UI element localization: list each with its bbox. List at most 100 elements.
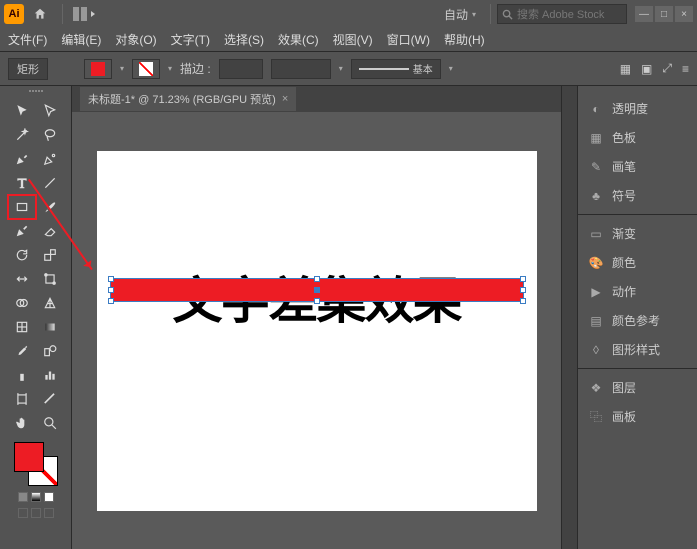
transform-icon[interactable]: ⤢	[662, 61, 672, 76]
chevron-down-icon[interactable]: ▾	[339, 64, 343, 73]
close-icon[interactable]: ×	[282, 93, 288, 105]
selection-center[interactable]	[314, 287, 320, 293]
selection-handle[interactable]	[520, 287, 526, 293]
graphicstyles-icon: ◊	[588, 342, 604, 358]
chevron-down-icon[interactable]: ▾	[168, 64, 172, 73]
magic-wand-tool[interactable]	[9, 124, 35, 146]
panel-symbols[interactable]: ♣符号	[578, 181, 697, 210]
search-input[interactable]: 搜索 Adobe Stock	[497, 4, 627, 24]
panel-label: 颜色	[612, 254, 636, 271]
color-icon: 🎨	[588, 255, 604, 271]
stroke-profile-select[interactable]	[271, 59, 331, 79]
line-tool[interactable]	[37, 172, 63, 194]
shape-mode-icon[interactable]: ▣	[641, 62, 652, 76]
draw-behind[interactable]	[31, 508, 41, 518]
draw-inside[interactable]	[44, 508, 54, 518]
shape-builder-tool[interactable]	[9, 292, 35, 314]
blend-tool[interactable]	[37, 340, 63, 362]
stroke-weight-input[interactable]	[219, 59, 263, 79]
fill-stroke-indicator[interactable]	[14, 442, 58, 486]
canvas[interactable]: 文字差集效果	[72, 112, 561, 549]
separator	[490, 4, 491, 24]
panel-gradient[interactable]: ▭渐变	[578, 219, 697, 248]
column-graph-tool[interactable]	[37, 364, 63, 386]
artboard[interactable]: 文字差集效果	[97, 151, 537, 511]
selection-handle[interactable]	[314, 298, 320, 304]
search-icon	[502, 9, 513, 20]
width-tool[interactable]	[9, 268, 35, 290]
selection-handle[interactable]	[314, 276, 320, 282]
eyedropper-tool[interactable]	[9, 340, 35, 362]
selection-handle[interactable]	[108, 276, 114, 282]
menu-type[interactable]: 文字(T)	[171, 31, 210, 48]
maximize-button[interactable]: □	[655, 6, 673, 22]
shape-label: 矩形	[8, 58, 48, 80]
color-mode-gradient[interactable]	[31, 492, 41, 502]
perspective-tool[interactable]	[37, 292, 63, 314]
menu-file[interactable]: 文件(F)	[8, 31, 47, 48]
menu-help[interactable]: 帮助(H)	[444, 31, 485, 48]
panel-dock-strip[interactable]	[561, 86, 577, 549]
shaper-tool[interactable]	[9, 220, 35, 242]
menu-view[interactable]: 视图(V)	[333, 31, 373, 48]
workspace-switcher[interactable]: 自动 ▾	[444, 6, 476, 23]
lasso-tool[interactable]	[37, 124, 63, 146]
close-button[interactable]: ×	[675, 6, 693, 22]
panel-colorguide[interactable]: ▤颜色参考	[578, 306, 697, 335]
panel-transparency[interactable]: ◐透明度	[578, 94, 697, 123]
gradient-tool[interactable]	[37, 316, 63, 338]
brush-def-select[interactable]: 基本	[351, 59, 441, 79]
color-mode-none[interactable]	[44, 492, 54, 502]
menu-edit[interactable]: 编辑(E)	[61, 31, 101, 48]
rectangle-tool[interactable]	[9, 196, 35, 218]
scale-tool[interactable]	[37, 244, 63, 266]
panel-color[interactable]: 🎨 颜色	[578, 248, 697, 277]
selection-handle[interactable]	[108, 287, 114, 293]
tab-title: 未标题-1* @ 71.23% (RGB/GPU 预览)	[88, 91, 276, 107]
direct-selection-tool[interactable]	[37, 100, 63, 122]
artboard-tool[interactable]	[9, 388, 35, 410]
selection-handle[interactable]	[520, 276, 526, 282]
panel-graphicstyles[interactable]: ◊ 图形样式	[578, 335, 697, 364]
panel-artboards[interactable]: ⿻画板	[578, 402, 697, 431]
pen-tool[interactable]	[9, 148, 35, 170]
zoom-tool[interactable]	[37, 412, 63, 434]
stroke-swatch[interactable]	[132, 59, 160, 79]
arrange-docs-icon[interactable]	[69, 7, 99, 21]
panel-label: 图形样式	[612, 341, 660, 358]
home-icon[interactable]	[30, 4, 50, 24]
minimize-button[interactable]: —	[635, 6, 653, 22]
color-mode-solid[interactable]	[18, 492, 28, 502]
draw-normal[interactable]	[18, 508, 28, 518]
chevron-down-icon[interactable]: ▾	[449, 64, 453, 73]
selection-tool[interactable]	[9, 100, 35, 122]
menu-window[interactable]: 窗口(W)	[387, 31, 430, 48]
document-tab[interactable]: 未标题-1* @ 71.23% (RGB/GPU 预览) ×	[80, 87, 296, 111]
free-transform-tool[interactable]	[37, 268, 63, 290]
panel-layers[interactable]: ❖图层	[578, 373, 697, 402]
align-icon[interactable]: ▦	[620, 62, 631, 76]
mesh-tool[interactable]	[9, 316, 35, 338]
menu-object[interactable]: 对象(O)	[115, 31, 156, 48]
grip-icon[interactable]	[16, 90, 56, 96]
style-label: 基本	[413, 61, 433, 76]
fill-indicator[interactable]	[14, 442, 44, 472]
panel-menu-icon[interactable]: ≡	[682, 62, 689, 76]
panel-actions[interactable]: ▶动作	[578, 277, 697, 306]
panel-label: 渐变	[612, 225, 636, 242]
selection-handle[interactable]	[520, 298, 526, 304]
slice-tool[interactable]	[37, 388, 63, 410]
menu-effect[interactable]: 效果(C)	[278, 31, 319, 48]
panel-swatches[interactable]: ▦色板	[578, 123, 697, 152]
symbol-sprayer-tool[interactable]	[9, 364, 35, 386]
chevron-down-icon[interactable]: ▾	[120, 64, 124, 73]
selected-rectangle[interactable]	[111, 279, 523, 301]
fill-swatch[interactable]	[84, 59, 112, 79]
rotate-tool[interactable]	[9, 244, 35, 266]
panel-brushes[interactable]: ✎画笔	[578, 152, 697, 181]
curvature-tool[interactable]	[37, 148, 63, 170]
hand-tool[interactable]	[9, 412, 35, 434]
menu-select[interactable]: 选择(S)	[224, 31, 264, 48]
selection-handle[interactable]	[108, 298, 114, 304]
main-area: 未标题-1* @ 71.23% (RGB/GPU 预览) × 文字差集效果	[0, 86, 697, 549]
